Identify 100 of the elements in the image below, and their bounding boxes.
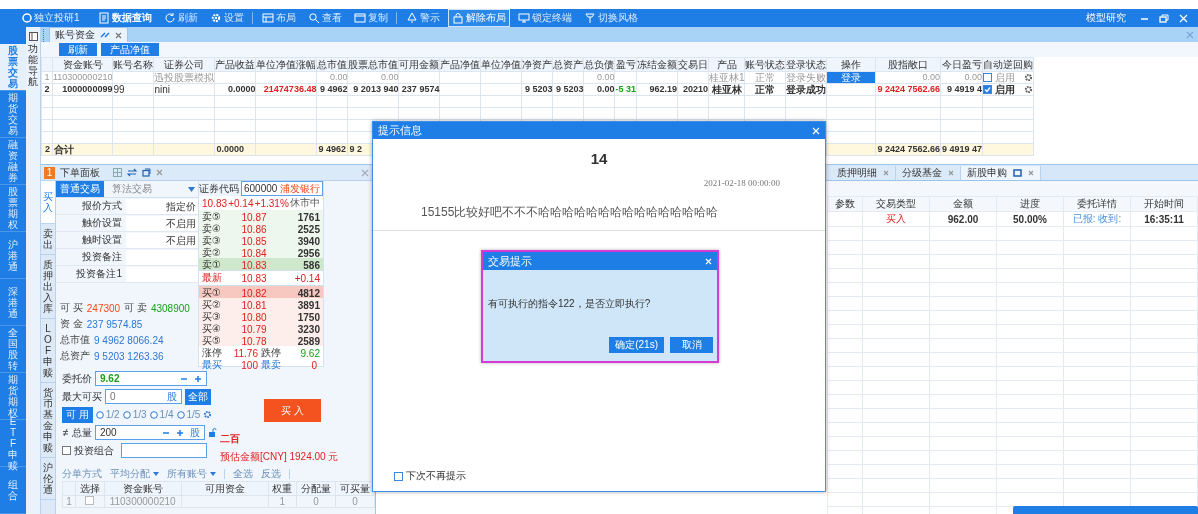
close-icon[interactable] <box>361 168 369 177</box>
quote-row[interactable]: 卖⑤ 10.87 1761 <box>199 210 323 222</box>
table-cell: 50.00% <box>996 211 1064 227</box>
dropdown-field[interactable]: 不启用 <box>126 215 198 231</box>
price-text: 10.83 <box>202 197 228 209</box>
buy-button[interactable]: 买 入 <box>264 399 321 422</box>
menu-item[interactable]: 锁定终端 <box>513 9 576 27</box>
menu-item[interactable]: 复制 <box>349 9 392 27</box>
link-icon[interactable] <box>100 31 110 39</box>
table-cell: 已报: 收到: <box>1063 211 1131 227</box>
field-label: 资 金 <box>60 317 83 331</box>
quote-row[interactable]: 买⑤ 10.78 2589 <box>199 334 323 346</box>
search-icon <box>307 12 320 24</box>
dialog-button[interactable]: 取消 <box>670 337 713 353</box>
restore-icon[interactable] <box>1159 13 1169 23</box>
swap-icon[interactable] <box>127 168 137 177</box>
radio-option[interactable]: 1/3 <box>122 409 147 420</box>
estimate-text: 预估金额[CNY] 1924.00 元 <box>220 450 339 464</box>
mode-tab[interactable]: 算法交易 <box>108 181 156 197</box>
menu-item[interactable]: 设置 <box>205 9 248 27</box>
level-volume: 1761 <box>296 211 320 223</box>
menu-item[interactable]: 数据查询 <box>93 9 156 27</box>
menu-item[interactable]: 切换风格 <box>579 9 642 27</box>
quote-row[interactable]: 卖③ 10.85 3940 <box>199 234 323 246</box>
column-header: 冻结金额 <box>636 57 678 72</box>
close-icon[interactable] <box>156 169 163 176</box>
link-text[interactable]: 反选 <box>261 466 281 481</box>
plus-icon[interactable] <box>176 428 184 437</box>
dialog-button[interactable]: 确定(21s) <box>609 337 664 353</box>
panel-icon[interactable] <box>28 32 38 41</box>
all-button[interactable]: 全部 <box>185 388 211 405</box>
table-cell: 买入 <box>862 211 930 227</box>
dropdown-field[interactable]: 指定价 <box>126 198 198 214</box>
menu-item[interactable]: 布局 <box>257 9 300 27</box>
nav-label[interactable]: 功能导航 <box>28 43 38 87</box>
quote-row[interactable]: 卖④ 10.86 2525 <box>199 222 323 234</box>
mode-tab[interactable]: 普通交易 <box>56 181 104 197</box>
row-number: 2 <box>41 143 53 156</box>
level-volume: 2956 <box>296 247 320 259</box>
input-field[interactable] <box>126 249 198 265</box>
checkbox[interactable]: 下次不再提示 <box>394 469 466 483</box>
stock-name: 浦发银行 <box>280 181 320 196</box>
dropdown[interactable]: 平均分配 <box>110 466 159 481</box>
quote-row[interactable]: 卖① 10.83 586 <box>199 258 323 270</box>
checkbox[interactable] <box>85 496 95 505</box>
radio-icon[interactable] <box>122 410 131 419</box>
sidebar-tab[interactable]: 股票交易 <box>0 44 26 91</box>
plus-icon[interactable] <box>194 374 202 383</box>
field-label: 最卖 <box>261 358 282 372</box>
popout-icon[interactable] <box>142 168 151 177</box>
quote-row[interactable]: 卖② 10.84 2956 <box>199 246 323 258</box>
side-tab[interactable]: 买入 <box>41 181 55 224</box>
checkbox[interactable]: 投资组合 <box>62 443 114 458</box>
column-header: 总资产 <box>552 57 584 72</box>
radio-icon[interactable] <box>149 410 158 419</box>
value-text: 9 4962 8066.24 <box>94 334 164 346</box>
close-icon[interactable] <box>948 170 954 176</box>
caret-icon[interactable] <box>188 186 195 192</box>
close-icon[interactable] <box>1028 170 1034 176</box>
toolbar-button[interactable]: 产品净值 <box>101 43 159 56</box>
level-volume: 3940 <box>296 235 320 247</box>
menu-item[interactable]: 警示 <box>401 9 444 27</box>
quote-row[interactable]: 买③ 10.80 1750 <box>199 310 323 322</box>
menu-item[interactable]: 刷新 <box>159 9 202 27</box>
quantity-field[interactable]: 200 股 <box>95 425 205 440</box>
field-label: 投资备注 <box>81 250 123 264</box>
close-icon[interactable] <box>883 170 889 176</box>
radio-option[interactable]: 1/2 <box>95 409 120 420</box>
dropdown[interactable]: 所有账号 <box>167 466 216 481</box>
grid-icon[interactable] <box>113 168 122 177</box>
lock-icon[interactable] <box>208 428 217 437</box>
menu-label[interactable]: 模型研究 <box>1086 11 1126 25</box>
radio-icon[interactable] <box>176 410 185 419</box>
price-field[interactable]: 9.62 <box>95 371 207 386</box>
close-icon[interactable] <box>115 31 122 39</box>
input-field[interactable] <box>121 443 207 458</box>
radio-icon[interactable] <box>95 410 104 419</box>
dropdown-field[interactable]: 不启用 <box>126 232 198 248</box>
amount-words: 二百 <box>220 432 240 446</box>
settings-icon[interactable] <box>203 410 213 419</box>
quote-row[interactable]: 买① 10.82 4812 <box>199 286 323 298</box>
quote-row[interactable]: 买④ 10.79 3230 <box>199 322 323 334</box>
menu-item[interactable]: 解除布局 <box>447 9 510 27</box>
toolbar-button[interactable]: 刷新 <box>59 43 97 56</box>
ratio-tag[interactable]: 可 用 <box>62 406 93 423</box>
quote-row[interactable]: 买② 10.81 3891 <box>199 298 323 310</box>
panel-tab[interactable]: 分级基金 <box>896 166 961 180</box>
radio-option[interactable]: 1/5 <box>176 409 201 420</box>
menu-item[interactable]: 查看 <box>303 9 346 27</box>
column-header: 交易日 <box>677 57 709 72</box>
radio-option[interactable]: 1/4 <box>149 409 174 420</box>
panel-tab[interactable]: 质押明细 <box>831 166 896 180</box>
input-field[interactable] <box>126 266 198 282</box>
code-field[interactable]: 600000 浦发银行 <box>241 181 323 196</box>
panel-tab[interactable]: 新股申购 <box>961 166 1041 180</box>
value-text: 0 <box>310 359 318 371</box>
popout-icon[interactable] <box>1013 169 1022 177</box>
panel-tab[interactable]: 账号资金 <box>49 27 128 42</box>
link-text[interactable]: 全选 <box>233 466 253 481</box>
level-volume: 3891 <box>296 299 320 311</box>
